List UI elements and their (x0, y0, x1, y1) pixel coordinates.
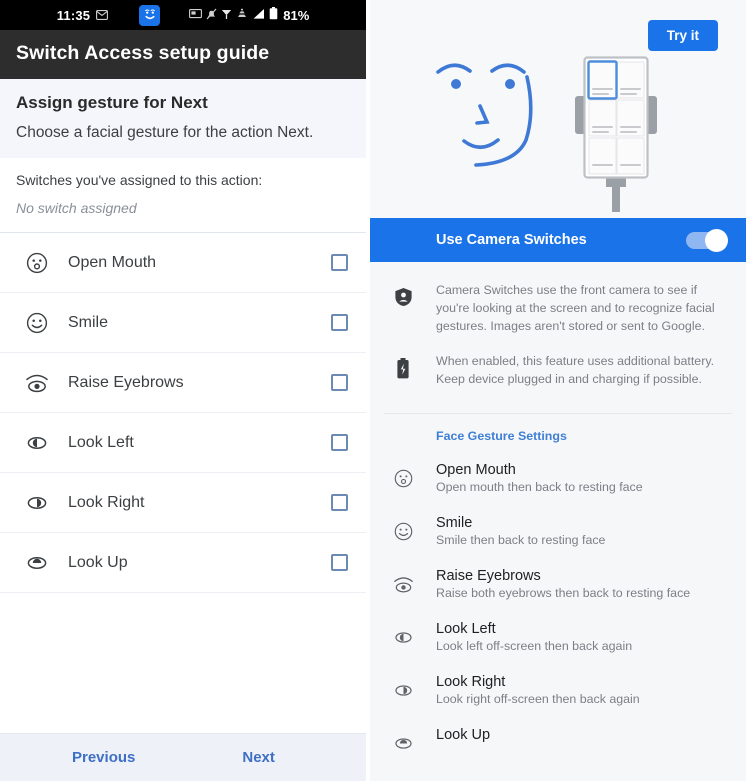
look-left-eye-icon (370, 621, 436, 648)
look-right-eye-icon (370, 674, 436, 701)
status-bar-clock: 11:35 (56, 7, 91, 23)
gesture-row-look-left[interactable]: Look Left (0, 413, 366, 473)
battery-percent-label: 81% (283, 7, 310, 23)
notifications-muted-icon (206, 8, 217, 23)
raise-eyebrows-icon (370, 568, 436, 595)
gesture-checkbox-open-mouth[interactable] (331, 254, 348, 271)
use-camera-switches-row[interactable]: Use Camera Switches (370, 218, 746, 262)
phone-on-stand-illustration (563, 52, 669, 217)
gesture-label: Look Left (68, 433, 134, 451)
gesture-checkbox-look-up[interactable] (331, 554, 348, 571)
gesture-options-list: Open Mouth Smile Raise Eyebrows Look Lef… (0, 233, 366, 733)
gesture-row-open-mouth[interactable]: Open Mouth (0, 233, 366, 293)
open-mouth-face-icon (22, 251, 52, 275)
gesture-checkbox-look-left[interactable] (331, 434, 348, 451)
setting-content: Look Left Look left off-screen then back… (436, 621, 728, 653)
status-bar-left: 11:35 (57, 8, 109, 23)
setting-description: Smile then back to resting face (436, 532, 606, 547)
gesture-label: Raise Eyebrows (68, 373, 184, 391)
gesture-row-raise-eyebrows[interactable]: Raise Eyebrows (0, 353, 366, 413)
android-status-bar: 11:35 81% (0, 0, 366, 30)
setting-content: Open Mouth Open mouth then back to resti… (436, 462, 728, 494)
gesture-row-smile[interactable]: Smile (0, 293, 366, 353)
status-bar-center (139, 4, 161, 26)
use-camera-switches-toggle[interactable] (686, 228, 728, 252)
envelope-icon (96, 8, 109, 23)
try-it-button[interactable]: Try it (647, 20, 718, 51)
gesture-checkbox-raise-eyebrows[interactable] (331, 374, 348, 391)
battery-charging-icon (370, 352, 436, 388)
gesture-label: Look Up (68, 553, 128, 571)
setting-content: Look Right Look right off-screen then ba… (436, 674, 728, 706)
vpn-icon (236, 8, 248, 23)
info-text-privacy: Camera Switches use the front camera to … (436, 283, 715, 334)
info-text-battery: When enabled, this feature uses addition… (436, 354, 715, 387)
status-bar-right: 81% (189, 7, 309, 23)
assigned-switches-card: Switches you've assigned to this action:… (0, 158, 366, 233)
page-title: Switch Access setup guide (0, 30, 366, 79)
setting-title: Smile (436, 514, 473, 531)
gesture-label: Look Right (68, 493, 145, 511)
setting-title: Look Right (436, 673, 506, 690)
setting-description: Look right off-screen then back again (436, 691, 640, 706)
use-camera-switches-label: Use Camera Switches (436, 232, 587, 248)
gesture-label: Open Mouth (68, 253, 157, 271)
raise-eyebrows-icon (22, 371, 52, 395)
setting-content: Raise Eyebrows Raise both eyebrows then … (436, 568, 728, 600)
setting-row-look-right[interactable]: Look Right Look right off-screen then ba… (370, 664, 746, 718)
setting-content: Smile Smile then back to resting face (436, 515, 728, 547)
face-gesture-settings-header: Face Gesture Settings (370, 413, 746, 453)
setting-content: Look Up (436, 727, 728, 745)
camera-switches-settings-panel: Try it Use Camera Switches Camera Switch… (370, 0, 746, 781)
gesture-checkbox-look-right[interactable] (331, 494, 348, 511)
switch-access-setup-panel: 11:35 81% Switch Access setup guide Assi… (0, 0, 370, 781)
setting-row-look-left[interactable]: Look Left Look left off-screen then back… (370, 611, 746, 665)
screenshot-icon (189, 8, 203, 23)
look-left-eye-icon (22, 431, 52, 455)
smile-face-icon (370, 515, 436, 542)
info-row-privacy: Camera Switches use the front camera to … (370, 276, 726, 347)
previous-button[interactable]: Previous (72, 749, 135, 766)
setting-row-look-up[interactable]: Look Up (370, 717, 746, 766)
open-mouth-face-icon (370, 462, 436, 489)
toggle-knob (705, 228, 728, 252)
setting-title: Open Mouth (436, 461, 516, 478)
camera-switches-face-icon (139, 4, 161, 26)
setting-description: Open mouth then back to resting face (436, 479, 643, 494)
setting-row-open-mouth[interactable]: Open Mouth Open mouth then back to resti… (370, 452, 746, 506)
setting-title: Look Up (436, 726, 491, 743)
info-row-battery: When enabled, this feature uses addition… (370, 347, 726, 400)
setting-title: Look Left (436, 620, 496, 637)
line-art-face-illustration (430, 50, 552, 190)
assigned-switches-label: Switches you've assigned to this action: (16, 172, 263, 188)
hero-illustration-area: Try it (370, 0, 746, 218)
setting-description: Raise both eyebrows then back to resting… (436, 585, 691, 600)
setup-guide-navigation: Previous Next (0, 733, 366, 781)
gesture-checkbox-smile[interactable] (331, 314, 348, 331)
gesture-row-look-up[interactable]: Look Up (0, 533, 366, 593)
look-right-eye-icon (22, 491, 52, 515)
assign-gesture-subtext: Choose a facial gesture for the action N… (16, 124, 314, 141)
next-button[interactable]: Next (242, 749, 275, 766)
gesture-label: Smile (68, 313, 109, 331)
location-icon (221, 8, 232, 23)
signal-icon (252, 8, 265, 23)
privacy-face-shield-icon (370, 281, 436, 335)
look-up-eye-icon (22, 551, 52, 575)
setup-guide-body: Assign gesture for Next Choose a facial … (0, 79, 366, 781)
assigned-switches-value: No switch assigned (16, 200, 137, 216)
look-up-eye-icon (370, 727, 436, 754)
gesture-row-look-right[interactable]: Look Right (0, 473, 366, 533)
camera-switches-info-block: Camera Switches use the front camera to … (370, 262, 746, 413)
assign-gesture-heading: Assign gesture for Next (16, 93, 208, 112)
smile-face-icon (22, 311, 52, 335)
face-gesture-settings-list: Open Mouth Open mouth then back to resti… (370, 452, 746, 766)
setting-title: Raise Eyebrows (436, 567, 541, 584)
assign-gesture-section: Assign gesture for Next Choose a facial … (0, 79, 366, 158)
screenshot-root: 11:35 81% Switch Access setup guide Assi… (0, 0, 750, 781)
battery-icon (269, 7, 278, 23)
setting-row-smile[interactable]: Smile Smile then back to resting face (370, 505, 746, 559)
setting-description: Look left off-screen then back again (436, 638, 633, 653)
setting-row-raise-eyebrows[interactable]: Raise Eyebrows Raise both eyebrows then … (370, 558, 746, 612)
